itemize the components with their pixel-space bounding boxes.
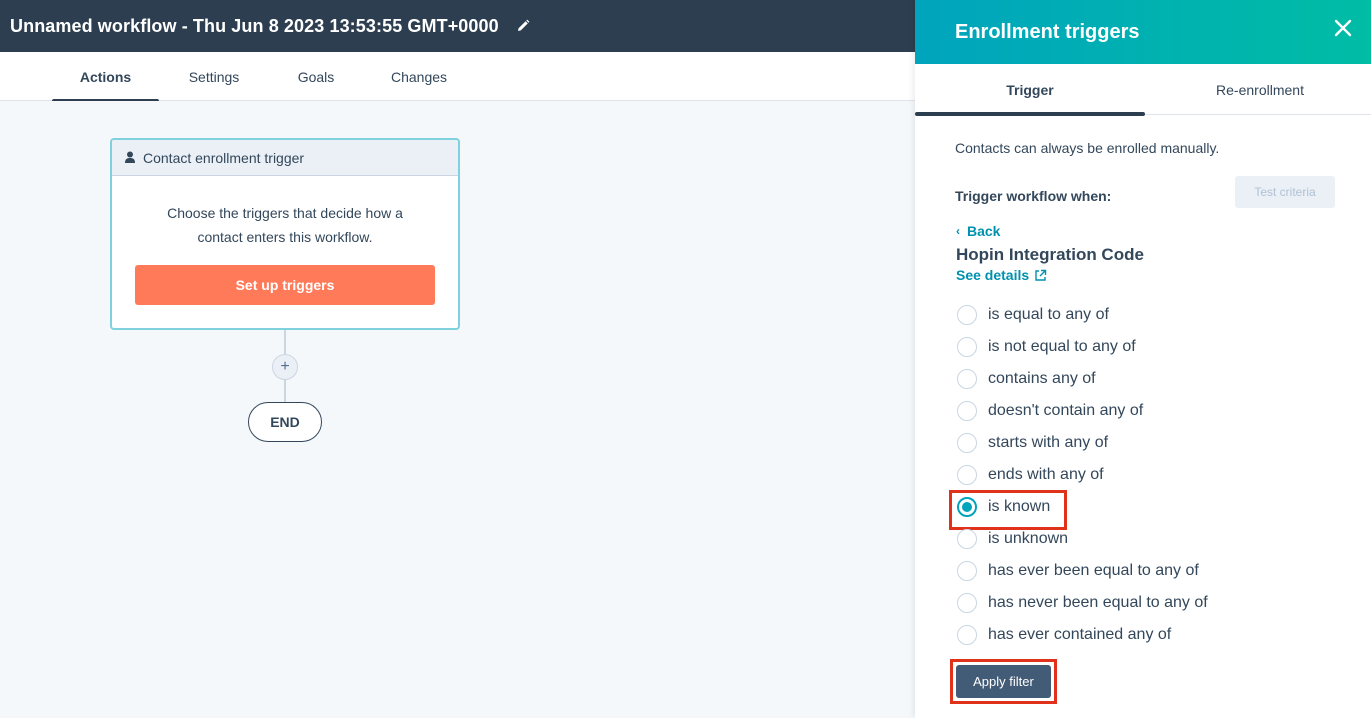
manual-enrollment-note: Contacts can always be enrolled manually… — [955, 140, 1220, 156]
option-contains[interactable]: contains any of — [955, 363, 1208, 395]
panel-title: Enrollment triggers — [955, 20, 1140, 43]
back-link[interactable]: ‹ Back — [956, 223, 1000, 239]
radio-button[interactable] — [957, 305, 977, 325]
tab-goals[interactable]: Goals — [282, 52, 350, 101]
trigger-card-description: Choose the triggers that decide how a co… — [167, 205, 403, 245]
option-label: starts with any of — [988, 434, 1109, 451]
radio-button-selected[interactable] — [957, 497, 977, 517]
tab-trigger[interactable]: Trigger — [915, 64, 1145, 116]
test-criteria-button[interactable]: Test criteria — [1235, 176, 1335, 208]
option-has-ever-contained[interactable]: has ever contained any of — [955, 619, 1208, 651]
workflow-header: Unnamed workflow - Thu Jun 8 2023 13:53:… — [0, 0, 915, 52]
workflow-canvas: Contact enrollment trigger Choose the tr… — [0, 101, 915, 718]
close-icon[interactable] — [1333, 18, 1353, 38]
radio-button[interactable] — [957, 529, 977, 549]
external-link-icon — [1035, 269, 1047, 281]
see-details-link[interactable]: See details — [956, 267, 1047, 283]
workflow-title[interactable]: Unnamed workflow - Thu Jun 8 2023 13:53:… — [10, 16, 499, 37]
radio-button[interactable] — [957, 369, 977, 389]
option-label: ends with any of — [988, 466, 1104, 483]
radio-button[interactable] — [957, 337, 977, 357]
enrollment-triggers-panel: Enrollment triggers Trigger Re-enrollmen… — [915, 0, 1371, 718]
tab-changes[interactable]: Changes — [376, 52, 462, 101]
radio-button[interactable] — [957, 561, 977, 581]
option-ends-with[interactable]: ends with any of — [955, 459, 1208, 491]
operator-options: is equal to any of is not equal to any o… — [949, 299, 1208, 651]
tab-actions[interactable]: Actions — [52, 52, 159, 103]
add-action-button[interactable]: + — [272, 354, 298, 380]
option-has-ever-been-equal[interactable]: has ever been equal to any of — [955, 555, 1208, 587]
option-label: doesn't contain any of — [988, 402, 1144, 419]
chevron-left-icon: ‹ — [956, 224, 960, 238]
trigger-card-header: Contact enrollment trigger — [112, 140, 458, 176]
option-label: has ever been equal to any of — [988, 562, 1199, 579]
back-label: Back — [967, 223, 1001, 239]
radio-button[interactable] — [957, 401, 977, 421]
option-doesnt-contain[interactable]: doesn't contain any of — [955, 395, 1208, 427]
panel-header: Enrollment triggers — [915, 0, 1371, 64]
tab-settings[interactable]: Settings — [173, 52, 255, 101]
option-label: contains any of — [988, 370, 1096, 387]
option-has-never-been-equal[interactable]: has never been equal to any of — [955, 587, 1208, 619]
property-name: Hopin Integration Code — [956, 245, 1144, 264]
end-node: END — [248, 402, 322, 442]
connector-line — [284, 380, 286, 402]
panel-tabs: Trigger Re-enrollment — [915, 64, 1371, 116]
set-up-triggers-button[interactable]: Set up triggers — [135, 265, 435, 305]
radio-button[interactable] — [957, 625, 977, 645]
radio-button[interactable] — [957, 465, 977, 485]
option-label: has never been equal to any of — [988, 594, 1208, 611]
apply-filter-highlight: Apply filter — [950, 659, 1057, 704]
see-details-label: See details — [956, 267, 1030, 283]
radio-button[interactable] — [957, 433, 977, 453]
pencil-icon[interactable] — [515, 18, 531, 34]
option-label: is equal to any of — [988, 306, 1109, 323]
option-starts-with[interactable]: starts with any of — [955, 427, 1208, 459]
person-icon — [125, 151, 135, 163]
option-label: has ever contained any of — [988, 626, 1172, 643]
enrollment-trigger-card[interactable]: Contact enrollment trigger Choose the tr… — [110, 138, 460, 330]
connector-line — [284, 330, 286, 354]
option-is-not-equal[interactable]: is not equal to any of — [955, 331, 1208, 363]
option-is-equal[interactable]: is equal to any of — [955, 299, 1208, 331]
trigger-card-title: Contact enrollment trigger — [143, 149, 305, 166]
radio-button[interactable] — [957, 593, 977, 613]
apply-filter-button[interactable]: Apply filter — [956, 665, 1051, 698]
option-label: is not equal to any of — [988, 338, 1136, 355]
option-is-unknown[interactable]: is unknown — [955, 523, 1208, 555]
tab-re-enrollment[interactable]: Re-enrollment — [1145, 64, 1371, 115]
option-label: is unknown — [988, 530, 1069, 547]
option-label: is known — [988, 498, 1051, 515]
option-is-known[interactable]: is known — [949, 490, 1208, 530]
workflow-tabs: Actions Settings Goals Changes — [0, 52, 915, 103]
trigger-when-label: Trigger workflow when: — [955, 188, 1112, 204]
